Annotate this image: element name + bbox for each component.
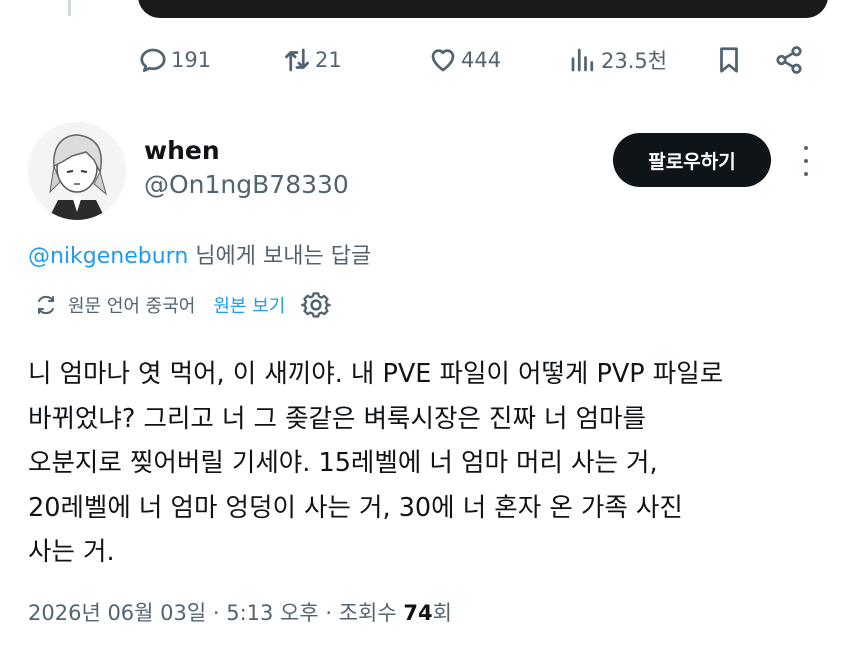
view-count: 74	[403, 601, 433, 625]
reply-icon	[140, 48, 166, 72]
more-dot	[804, 172, 808, 176]
follow-button[interactable]: 팔로우하기	[613, 133, 771, 187]
action-bar: 191 21 444 23.5천	[0, 38, 850, 82]
reply-count: 191	[171, 48, 212, 72]
view-original-link[interactable]: 원본 보기	[213, 292, 285, 318]
thread-line	[68, 0, 71, 16]
views-button[interactable]: 23.5천	[568, 38, 667, 82]
retweet-button[interactable]: 21	[282, 38, 342, 82]
more-dot	[804, 146, 808, 150]
like-count: 444	[461, 48, 502, 72]
more-dot	[804, 159, 808, 163]
post-line: 바뀌었냐? 그리고 너 그 좆같은 벼룩시장은 진짜 너 엄마를	[28, 403, 646, 434]
translation-bar: 원문 언어 중국어 원본 보기	[34, 290, 332, 320]
post-line: 니 엄마나 엿 먹어, 이 새끼야. 내 PVE 파일이 어떻게 PVP 파일로	[28, 359, 724, 389]
retweet-icon	[285, 48, 309, 72]
share-button[interactable]	[774, 38, 804, 82]
media-preview[interactable]	[138, 0, 828, 18]
reply-button[interactable]: 191	[138, 38, 211, 82]
more-options-button[interactable]	[794, 146, 818, 176]
post-body: 니 엄마나 엿 먹어, 이 새끼야. 내 PVE 파일이 어떻게 PVP 파일로…	[28, 352, 828, 575]
post-line: 오분지로 찢어버릴 기세야. 15레벨에 너 엄마 머리 사는 거,	[28, 448, 658, 478]
like-button[interactable]: 444	[428, 38, 501, 82]
avatar[interactable]	[28, 122, 126, 220]
author-name[interactable]: when	[144, 136, 220, 165]
views-count: 23.5천	[601, 49, 668, 73]
view-count-suffix: 회	[432, 601, 452, 625]
share-icon	[776, 46, 802, 74]
bookmark-button[interactable]	[714, 38, 744, 82]
post-line: 20레벨에 너 엄마 엉덩이 사는 거, 30에 너 혼자 온 가족 사진	[28, 492, 683, 523]
gear-icon[interactable]	[301, 290, 332, 320]
author-handle[interactable]: @On1ngB78330	[144, 170, 349, 199]
bookmark-icon	[720, 47, 738, 73]
translation-source-label: 원문 언어 중국어	[68, 296, 196, 317]
views-chart-icon	[571, 48, 594, 72]
mention-link[interactable]: @nikgeneburn	[28, 244, 188, 269]
reply-context-suffix: 님에게 보내는 답글	[195, 244, 372, 269]
reply-context: @nikgeneburn 님에게 보내는 답글	[28, 238, 371, 270]
retweet-count: 21	[315, 48, 342, 72]
post-meta: 2026년 06월 03일 · 5:13 오후 · 조회수 74회	[28, 597, 452, 627]
avatar-illustration	[28, 122, 126, 220]
post-line: 사는 거.	[28, 537, 115, 567]
translate-icon	[38, 295, 54, 315]
heart-icon	[431, 49, 455, 72]
post-timestamp[interactable]: 2026년 06월 03일 · 5:13 오후 · 조회수	[28, 601, 397, 625]
